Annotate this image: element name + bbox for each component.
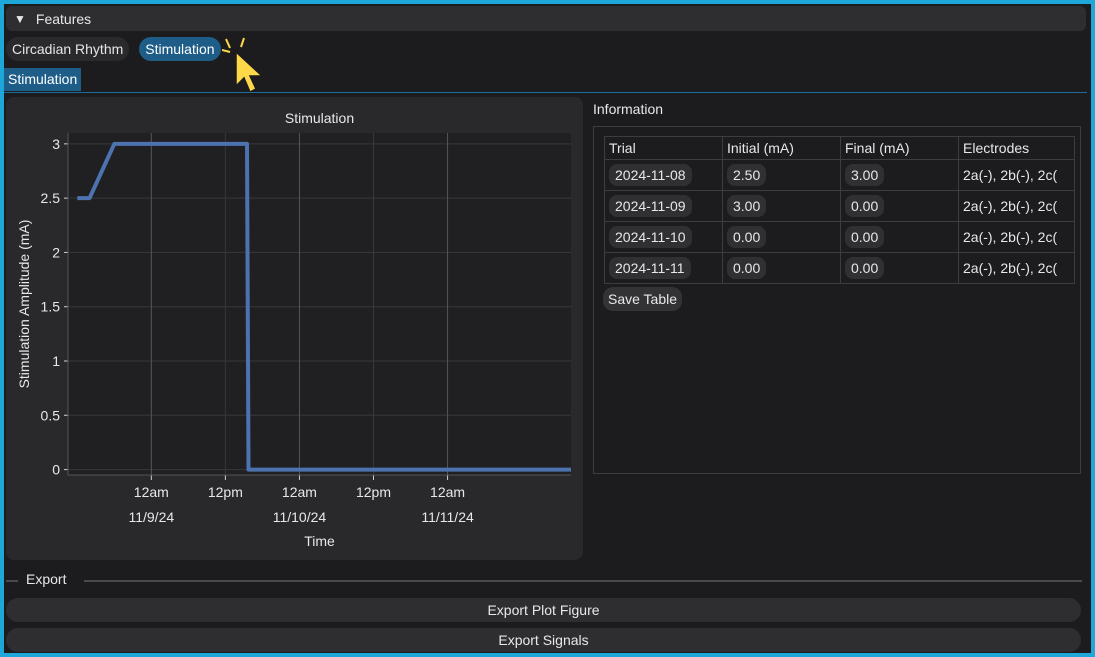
information-title: Information xyxy=(593,101,664,117)
y-tick-label: 0 xyxy=(52,462,60,478)
save-table-button[interactable]: Save Table xyxy=(603,287,683,311)
table-row: 2024-11-09 3.00 0.00 2a(-), 2b(-), 2c( xyxy=(604,190,1075,222)
initial-cell[interactable]: 3.00 xyxy=(727,195,767,217)
initial-cell[interactable]: 0.00 xyxy=(727,226,767,248)
trial-cell[interactable]: 2024-11-11 xyxy=(609,257,691,279)
information-panel: Trial Initial (mA) Final (mA) Electrodes… xyxy=(593,126,1081,474)
column-header-final[interactable]: Final (mA) xyxy=(840,136,959,160)
subtab-stimulation[interactable]: Stimulation xyxy=(4,68,82,91)
separator-line xyxy=(84,580,1082,582)
electrodes-cell: 2a(-), 2b(-), 2c( xyxy=(958,159,1075,191)
column-header-initial[interactable]: Initial (mA) xyxy=(722,136,841,160)
trial-table: Trial Initial (mA) Final (mA) Electrodes… xyxy=(604,136,1075,284)
x-tick-sublabel: 11/9/24 xyxy=(128,509,174,525)
x-tick-label: 12pm xyxy=(356,484,391,500)
export-plot-figure-button[interactable]: Export Plot Figure xyxy=(6,598,1081,622)
electrodes-cell: 2a(-), 2b(-), 2c( xyxy=(958,252,1075,284)
y-tick-label: 1 xyxy=(52,353,60,369)
trial-cell[interactable]: 2024-11-10 xyxy=(609,226,692,248)
x-tick-label: 12am xyxy=(134,484,169,500)
final-cell[interactable]: 0.00 xyxy=(845,226,885,248)
tab-circadian-rhythm[interactable]: Circadian Rhythm xyxy=(6,37,130,61)
y-axis-label: Stimulation Amplitude (mA) xyxy=(16,220,32,389)
column-header-electrodes[interactable]: Electrodes xyxy=(958,136,1075,160)
feature-tab-bar: Circadian Rhythm Stimulation xyxy=(6,37,221,61)
stimulation-chart[interactable]: 0 0.5 1 1.5 2 2.5 3 12am 11/9/24 12pm 12am 11/10/24… xyxy=(6,97,583,560)
table-header-row: Trial Initial (mA) Final (mA) Electrodes xyxy=(604,136,1075,160)
tab-stimulation[interactable]: Stimulation xyxy=(139,37,221,61)
final-cell[interactable]: 0.00 xyxy=(845,257,885,279)
subtab-bar: Stimulation xyxy=(4,68,1087,93)
y-tick-label: 3 xyxy=(52,136,60,152)
x-tick-sublabel: 11/10/24 xyxy=(273,509,327,525)
y-tick-label: 2 xyxy=(52,244,60,260)
plot-area xyxy=(68,133,571,475)
table-row: 2024-11-08 2.50 3.00 2a(-), 2b(-), 2c( xyxy=(604,159,1075,191)
x-tick-label: 12am xyxy=(430,484,465,500)
y-tick-label: 1.5 xyxy=(41,299,61,315)
separator-line xyxy=(6,580,18,582)
chart-title: Stimulation xyxy=(285,110,354,126)
export-separator: Export xyxy=(6,571,1082,589)
x-tick-label: 12pm xyxy=(208,484,243,500)
stimulation-plot-panel[interactable]: 0 0.5 1 1.5 2 2.5 3 12am 11/9/24 12pm 12am 11/10/24… xyxy=(6,97,583,560)
x-tick-label: 12am xyxy=(282,484,317,500)
trial-cell[interactable]: 2024-11-08 xyxy=(609,164,692,186)
initial-cell[interactable]: 2.50 xyxy=(727,164,767,186)
x-axis-label: Time xyxy=(304,533,335,549)
final-cell[interactable]: 0.00 xyxy=(845,195,885,217)
initial-cell[interactable]: 0.00 xyxy=(727,257,767,279)
column-header-trial[interactable]: Trial xyxy=(604,136,723,160)
features-title: Features xyxy=(35,10,92,27)
trial-cell[interactable]: 2024-11-09 xyxy=(609,195,692,217)
x-tick-sublabel: 11/11/24 xyxy=(421,509,474,525)
y-tick-label: 0.5 xyxy=(41,407,61,423)
electrodes-cell: 2a(-), 2b(-), 2c( xyxy=(958,190,1075,222)
final-cell[interactable]: 3.00 xyxy=(845,164,885,186)
features-collapsing-header[interactable]: ▼ Features xyxy=(6,6,1086,31)
collapse-triangle-icon: ▼ xyxy=(14,11,26,26)
table-row: 2024-11-11 0.00 0.00 2a(-), 2b(-), 2c( xyxy=(604,252,1075,284)
export-signals-button[interactable]: Export Signals xyxy=(6,628,1081,652)
table-row: 2024-11-10 0.00 0.00 2a(-), 2b(-), 2c( xyxy=(604,221,1075,253)
y-tick-label: 2.5 xyxy=(41,190,61,206)
export-title: Export xyxy=(26,571,67,587)
electrodes-cell: 2a(-), 2b(-), 2c( xyxy=(958,221,1075,253)
